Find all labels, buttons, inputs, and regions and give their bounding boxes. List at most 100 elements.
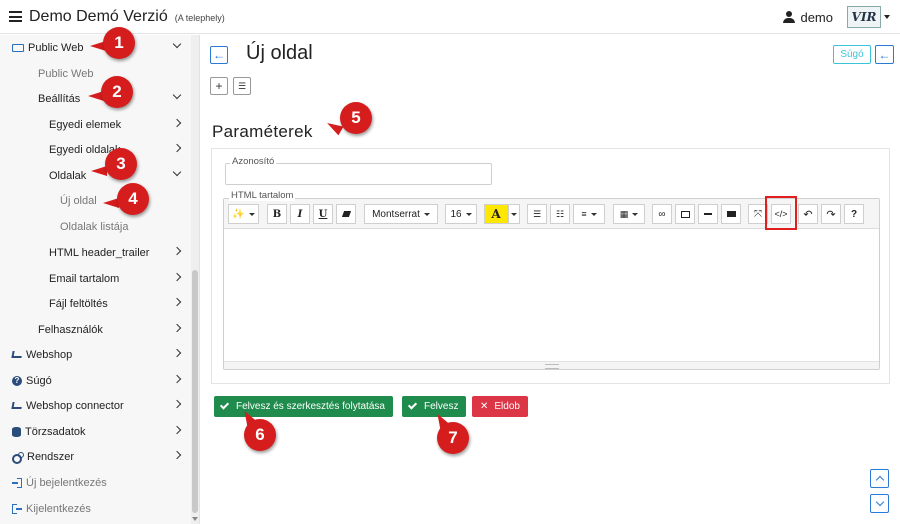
chevron-right-icon[interactable]: [172, 118, 182, 128]
sidebar-item-18[interactable]: Kijelentkezés: [0, 496, 190, 521]
sidebar-item-14[interactable]: Webshop connector: [0, 393, 190, 418]
marker-3: 3: [105, 148, 137, 180]
eraser-icon: [341, 211, 351, 217]
chevron-right-icon[interactable]: [172, 272, 182, 282]
sidebar-item-label: Új bejelentkezés: [26, 476, 107, 489]
back-button-right[interactable]: ←: [875, 45, 894, 64]
save-continue-label: Felvesz és szerkesztés folytatása: [236, 401, 385, 412]
help-button[interactable]: Súgó: [833, 45, 871, 64]
menu-icon[interactable]: [9, 11, 22, 22]
scroll-bottom-button[interactable]: [870, 494, 889, 513]
chevron-right-icon[interactable]: [172, 450, 182, 460]
sidebar-item-label: Webshop: [26, 348, 73, 361]
sidebar-item-8[interactable]: HTML header_trailer: [0, 240, 190, 265]
text-color-dropdown[interactable]: [508, 204, 520, 224]
chevron-right-icon[interactable]: [172, 348, 182, 358]
scroll-top-button[interactable]: [870, 469, 889, 488]
chevron-right-icon[interactable]: [172, 143, 182, 153]
sidebar-item-10[interactable]: Fájl feltöltés: [0, 291, 190, 316]
list-button[interactable]: ☰: [233, 77, 251, 95]
link-icon: ∞: [658, 208, 666, 220]
italic-button[interactable]: I: [290, 204, 310, 224]
redo-button[interactable]: ↷: [821, 204, 841, 224]
laptop-icon: [12, 43, 24, 52]
scroll-down-icon[interactable]: [192, 517, 198, 521]
sidebar-item-label: Törzsadatok: [25, 425, 86, 438]
eraser-button[interactable]: [336, 204, 356, 224]
redo-icon: ↷: [826, 208, 836, 221]
plus-icon: +: [215, 79, 223, 93]
chevron-right-icon[interactable]: [172, 425, 182, 435]
section-title: Paraméterek: [212, 122, 313, 141]
undo-button[interactable]: ↶: [798, 204, 818, 224]
sidebar-item-4[interactable]: Egyedi oldalak: [0, 137, 190, 162]
editor-help-button[interactable]: ?: [844, 204, 864, 224]
user-name[interactable]: demo: [800, 10, 833, 25]
sidebar-item-1[interactable]: Public Web: [0, 61, 190, 86]
sidebar-item-11[interactable]: Felhasználók: [0, 317, 190, 342]
chevron-right-icon[interactable]: [172, 323, 182, 333]
check-icon: [407, 400, 418, 410]
text-color-button[interactable]: A: [484, 204, 508, 224]
user-icon[interactable]: [783, 11, 796, 23]
add-button[interactable]: +: [210, 77, 228, 95]
back-button[interactable]: ←: [210, 46, 228, 64]
underline-button[interactable]: U: [313, 204, 333, 224]
undo-icon: ↶: [803, 208, 813, 221]
sidebar-item-9[interactable]: Email tartalom: [0, 266, 190, 291]
html-content-label: HTML tartalom: [229, 190, 296, 201]
chevron-down-icon[interactable]: [172, 167, 182, 177]
font-family-label: Montserrat: [372, 208, 420, 220]
sidebar-item-label: Rendszer: [27, 450, 75, 463]
sidebar-item-label: Egyedi elemek: [49, 118, 122, 131]
chevron-down-icon[interactable]: [172, 90, 182, 100]
ordered-list-button[interactable]: ☷: [550, 204, 570, 224]
chevron-down-icon: [875, 497, 885, 507]
logout-icon: [12, 503, 22, 514]
sidebar-item-12[interactable]: Webshop: [0, 342, 190, 367]
discard-button[interactable]: ✕ Eldob: [472, 396, 528, 417]
ordered-list-icon: ☷: [555, 208, 565, 219]
chevron-right-icon[interactable]: [172, 246, 182, 256]
sidebar-item-label: Public Web: [38, 67, 94, 80]
caret-down-icon[interactable]: [884, 15, 890, 19]
sidebar-item-label: Oldalak listája: [60, 220, 129, 233]
help-icon: ?: [12, 375, 22, 386]
sidebar-item-3[interactable]: Egyedi elemek: [0, 112, 190, 137]
marker-7: 7: [437, 422, 469, 454]
video-button[interactable]: [721, 204, 741, 224]
sidebar-item-13[interactable]: ? Súgó: [0, 368, 190, 393]
marker-6: 6: [244, 419, 276, 451]
gears-icon: [12, 451, 24, 464]
video-icon: [726, 211, 736, 217]
chevron-right-icon[interactable]: [172, 399, 182, 409]
horizontal-rule-icon: [704, 213, 712, 215]
sidebar-item-7[interactable]: Oldalak listája: [0, 214, 190, 239]
table-button[interactable]: ▦: [613, 204, 645, 224]
chevron-right-icon[interactable]: [172, 297, 182, 307]
user-area: demo VIR: [783, 0, 890, 34]
list-icon: ☰: [237, 80, 247, 91]
unordered-list-button[interactable]: ☰: [527, 204, 547, 224]
sidebar-item-16[interactable]: Rendszer: [0, 444, 190, 469]
sidebar-item-label: HTML header_trailer: [49, 246, 150, 259]
sidebar-item-17[interactable]: Új bejelentkezés: [0, 470, 190, 495]
magic-style-button[interactable]: ✨: [228, 204, 259, 224]
horizontal-rule-button[interactable]: [698, 204, 718, 224]
editor-resize-handle[interactable]: [224, 361, 879, 369]
chevron-down-icon[interactable]: [172, 39, 182, 49]
page-title: Új oldal: [246, 42, 313, 64]
image-button[interactable]: [675, 204, 695, 224]
bold-button[interactable]: B: [267, 204, 287, 224]
font-size-select[interactable]: 16: [445, 204, 477, 224]
link-button[interactable]: ∞: [652, 204, 672, 224]
sidebar-item-6[interactable]: Új oldal: [0, 188, 190, 213]
scrollbar-thumb[interactable]: [192, 270, 198, 513]
sidebar-item-15[interactable]: Törzsadatok: [0, 419, 190, 444]
sidebar-item-label: Felhasználók: [38, 323, 103, 336]
font-family-select[interactable]: Montserrat: [364, 204, 438, 224]
brand-logo[interactable]: VIR: [847, 6, 881, 28]
chevron-right-icon[interactable]: [172, 374, 182, 384]
save-button[interactable]: Felvesz: [402, 396, 467, 417]
paragraph-align-button[interactable]: ≡: [573, 204, 605, 224]
